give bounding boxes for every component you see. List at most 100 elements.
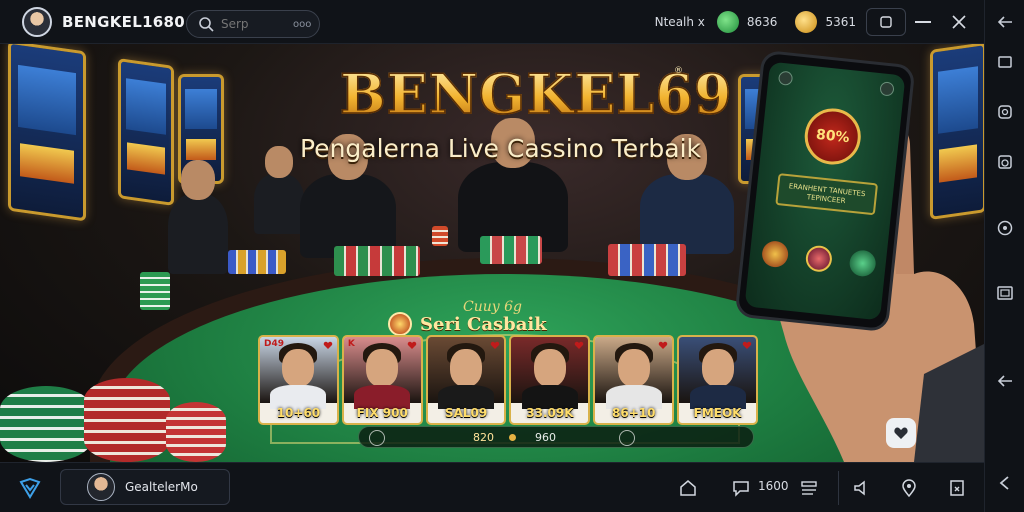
card-value: 86+10 (612, 406, 656, 420)
heart-suit-icon (658, 341, 668, 349)
dealer-card[interactable]: SAL09 (425, 335, 507, 425)
back-arrow-icon (997, 16, 1012, 28)
game-icon[interactable] (804, 244, 834, 274)
location-icon (902, 479, 916, 498)
hero-tagline: Pengalerna Live Cassino Terbaik (300, 134, 702, 163)
promo-badge[interactable]: 80% (801, 105, 864, 168)
close-icon[interactable] (619, 430, 635, 446)
phone-settings-icon[interactable] (879, 81, 895, 97)
rail-rotate-button[interactable] (994, 370, 1016, 392)
rail-keyboard-button[interactable] (994, 282, 1016, 304)
top-bar: BENGKEL1680 ooo Ntealh x 8636 5361 (0, 0, 984, 44)
user-profile-chip[interactable]: GealtelerMo (60, 469, 230, 505)
search-input[interactable] (221, 17, 291, 31)
chip-stack (608, 244, 686, 276)
casino-scene: BENGKEL69 ® Pengalerna Live Cassino Terb… (0, 44, 984, 462)
mobile-phone[interactable]: 80% ERANHENT TANUETES TEPINCEER (734, 49, 916, 333)
exit-button[interactable] (946, 477, 968, 499)
chat-button[interactable] (730, 477, 752, 499)
promo-box[interactable]: ERANHENT TANUETES TEPINCEER (775, 173, 879, 216)
dealer-card[interactable]: D49 10+60 (258, 335, 339, 425)
trademark-mark: ® (674, 66, 683, 76)
search-shortcut-badge: ooo (293, 18, 312, 30)
menu-button[interactable] (798, 477, 820, 499)
game-icon[interactable] (848, 249, 877, 278)
heart-button[interactable] (886, 418, 916, 448)
keyboard-icon (997, 286, 1013, 300)
slot-machine (118, 58, 174, 206)
game-banner-title: Seri Casbaik (420, 313, 547, 335)
rail-screenshot-button[interactable] (994, 101, 1016, 123)
avatar[interactable] (22, 6, 52, 37)
card-value: SAL09 (444, 406, 488, 420)
heart-suit-icon (491, 341, 500, 349)
chip-stack (228, 250, 286, 274)
heart-icon (894, 427, 908, 439)
volume-icon (854, 480, 865, 496)
menu-icon (801, 481, 817, 495)
heart-suit-icon (575, 341, 584, 349)
volume-button[interactable] (850, 477, 872, 499)
app-title: BENGKEL1680 (62, 12, 186, 31)
search-box[interactable]: ooo (186, 10, 320, 38)
exit-icon (950, 480, 964, 496)
minimize-icon[interactable] (879, 15, 893, 29)
settings-icon (997, 220, 1013, 236)
dealer-face (366, 349, 399, 387)
player-silhouette (254, 146, 304, 234)
rail-settings-button[interactable] (994, 217, 1016, 239)
user-avatar (87, 473, 115, 501)
card-value: FIX 900 (356, 406, 408, 420)
heart-suit-icon (407, 341, 416, 349)
green-coin-icon (716, 11, 739, 33)
card-value: 33.09K (526, 406, 574, 420)
rail-camera-button[interactable] (994, 151, 1016, 173)
slot-machine (8, 44, 86, 222)
close-icon (952, 15, 966, 29)
username: GealtelerMo (125, 480, 198, 494)
camera-icon (998, 155, 1012, 169)
divider (838, 471, 839, 505)
chat-icon (733, 481, 749, 497)
chip-stack (432, 226, 448, 246)
bet-bar: 820 960 (358, 426, 754, 448)
chip-pile (0, 386, 92, 462)
card-corner: D49 (264, 339, 284, 349)
player-silhouette (168, 160, 228, 274)
dealer-card[interactable]: K FIX 900 (341, 335, 423, 425)
location-button[interactable] (898, 477, 920, 499)
home-icon (680, 480, 696, 496)
close-button[interactable] (948, 11, 970, 33)
dealer-face (282, 349, 315, 387)
collapse-icon (999, 476, 1009, 490)
emulator-side-rail (984, 0, 1024, 512)
chip-pile (84, 378, 170, 462)
gold-coin-icon (795, 11, 818, 33)
dealer-cards: D49 10+60 K FIX 900 SAL09 33.09K 86+10 FMEOK (258, 335, 758, 427)
app-logo-icon[interactable] (18, 476, 42, 500)
card-corner: K (347, 339, 355, 349)
chip-stack (140, 272, 170, 310)
game-icon[interactable] (760, 239, 790, 269)
bet-amount: 820 (473, 431, 494, 444)
dash-icon (915, 21, 931, 23)
home-button[interactable] (677, 477, 699, 499)
dealer-card[interactable]: 33.09K (509, 335, 591, 425)
rail-collapse-button[interactable] (994, 472, 1016, 494)
game-emblem-icon (388, 312, 412, 336)
info-icon[interactable] (369, 430, 385, 446)
dealer-figure (640, 134, 734, 254)
maximize-button[interactable] (912, 11, 934, 33)
square-icon (998, 56, 1012, 68)
screenshot-icon (998, 105, 1012, 119)
phone-menu-icon[interactable] (777, 70, 794, 86)
rail-back-button[interactable] (994, 11, 1016, 33)
status-label: Ntealh x (654, 15, 705, 29)
card-value: 10+60 (276, 406, 321, 420)
rail-window-button[interactable] (994, 51, 1016, 73)
app-window: BENGKEL69 ® Pengalerna Live Cassino Terb… (0, 0, 1024, 512)
gold-balance: 5361 (825, 15, 856, 29)
search-icon (199, 17, 214, 32)
game-banner: Seri Casbaik (388, 312, 547, 336)
dealer-card[interactable]: 86+10 (593, 335, 675, 425)
